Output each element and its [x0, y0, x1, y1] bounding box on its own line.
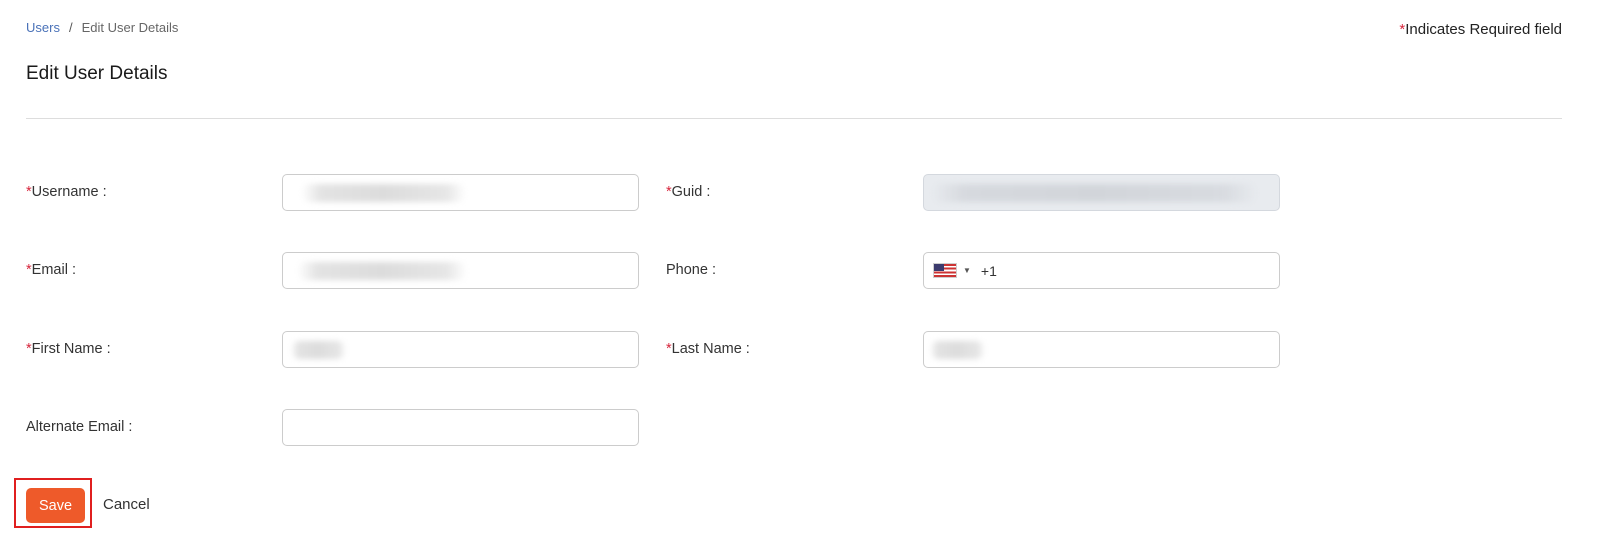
save-button[interactable]: Save [26, 488, 85, 523]
alternate-email-label: Alternate Email : [26, 419, 133, 435]
redacted-value [301, 184, 466, 202]
last-name-label-text: Last Name : [671, 341, 750, 357]
email-label: *Email : [26, 260, 76, 280]
redacted-value [930, 341, 985, 359]
phone-label: Phone : [666, 262, 716, 278]
guid-input [923, 174, 1280, 211]
email-input[interactable] [282, 252, 639, 289]
first-name-label: *First Name : [26, 339, 111, 359]
alternate-email-input[interactable] [282, 409, 639, 446]
breadcrumb-users-link[interactable]: Users [26, 20, 60, 35]
phone-dial-code: +1 [980, 262, 997, 279]
required-note-text: Indicates Required field [1405, 21, 1562, 38]
required-field-note: *Indicates Required field [1399, 21, 1562, 38]
breadcrumb: Users / Edit User Details [26, 20, 178, 35]
breadcrumb-separator: / [68, 20, 73, 35]
first-name-input[interactable] [282, 331, 639, 368]
guid-label-text: Guid : [671, 184, 711, 200]
cancel-button[interactable]: Cancel [103, 496, 150, 513]
username-label-text: Username : [31, 184, 107, 200]
us-flag-icon[interactable] [933, 263, 957, 278]
redacted-value [291, 341, 346, 359]
page-title: Edit User Details [26, 63, 168, 84]
breadcrumb-current: Edit User Details [81, 20, 179, 35]
username-input[interactable] [282, 174, 639, 211]
phone-input[interactable]: ▼ +1 [923, 252, 1280, 289]
email-label-text: Email : [31, 262, 76, 278]
caret-down-icon[interactable]: ▼ [963, 266, 971, 275]
first-name-label-text: First Name : [31, 341, 111, 357]
last-name-input[interactable] [923, 331, 1280, 368]
redacted-value [297, 262, 467, 280]
redacted-value [932, 184, 1257, 202]
header-divider [26, 118, 1562, 119]
guid-label: *Guid : [666, 182, 710, 202]
last-name-label: *Last Name : [666, 339, 750, 359]
username-label: *Username : [26, 182, 107, 202]
